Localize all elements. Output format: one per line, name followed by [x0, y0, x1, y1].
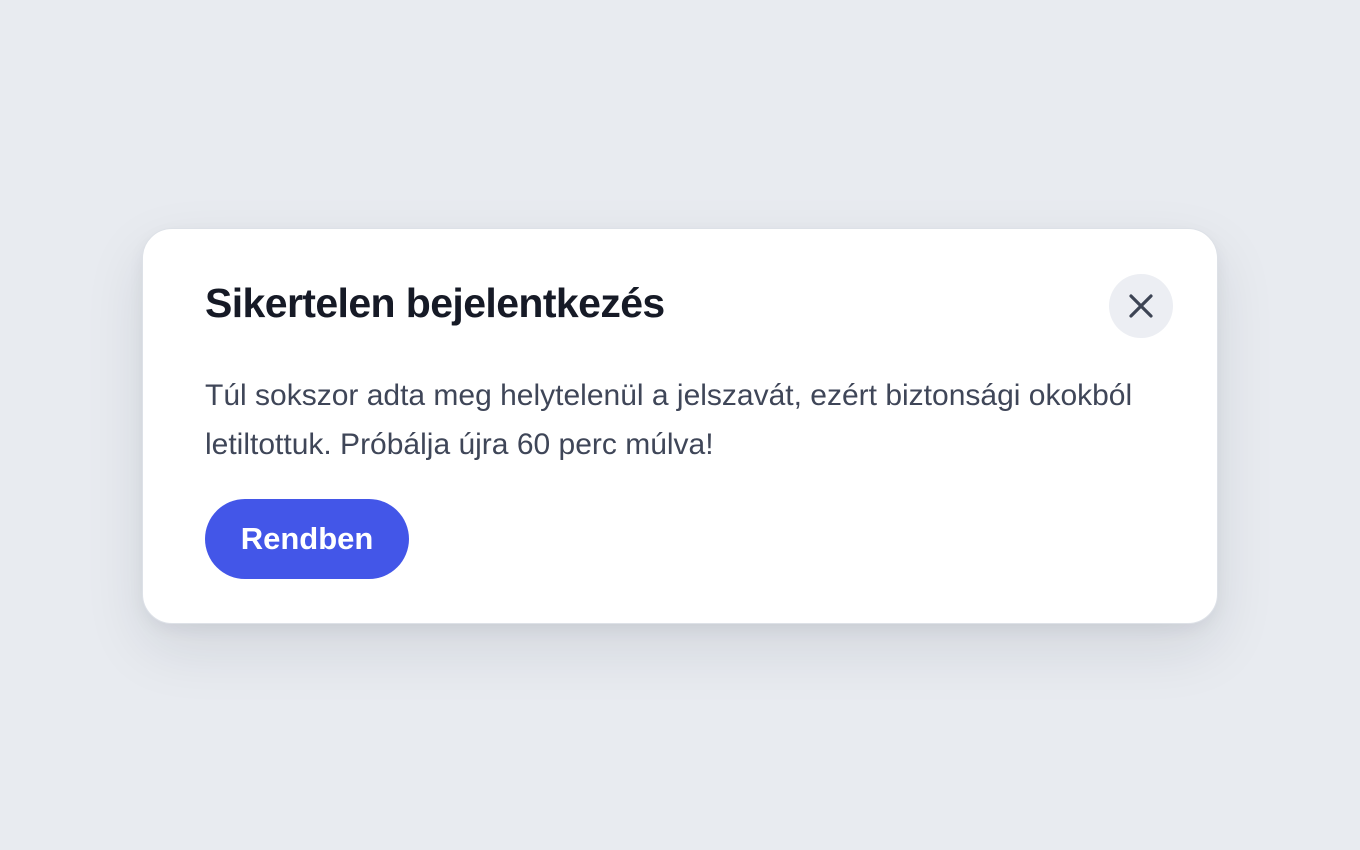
- dialog-title: Sikertelen bejelentkezés: [205, 280, 665, 326]
- close-button[interactable]: [1109, 274, 1173, 338]
- close-icon: [1128, 293, 1154, 319]
- dialog-message: Túl sokszor adta meg helytelenül a jelsz…: [205, 379, 1133, 461]
- confirm-button[interactable]: Rendben: [205, 499, 409, 579]
- login-failed-dialog: Sikertelen bejelentkezés Túl sokszor adt…: [142, 228, 1218, 624]
